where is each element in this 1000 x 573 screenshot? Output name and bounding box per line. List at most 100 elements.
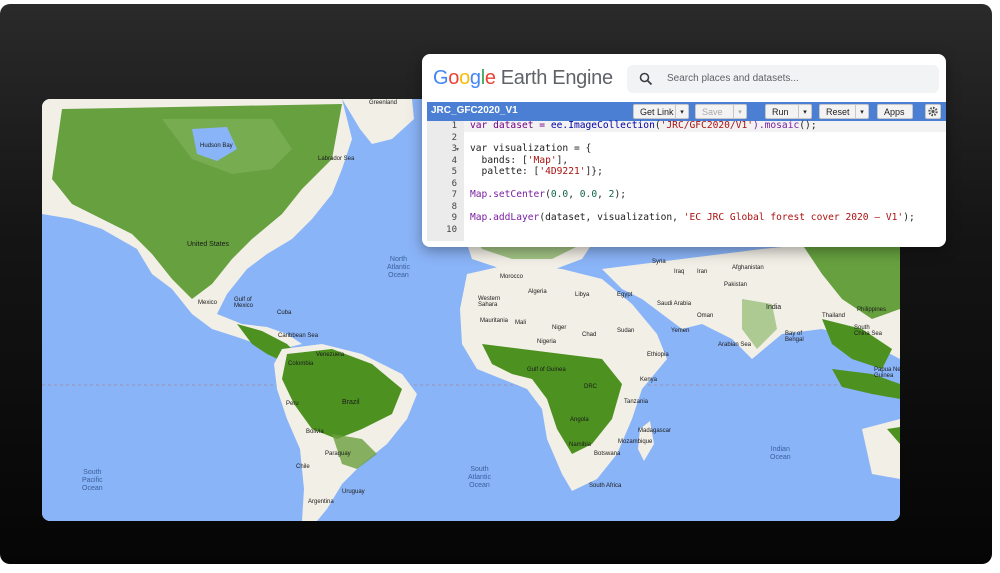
map-label-cuba: Cuba bbox=[277, 310, 292, 316]
code-line-3: var visualization = { bbox=[470, 143, 592, 154]
code-token: 'JRC/GFC2020/V1' bbox=[660, 120, 754, 131]
map-label-thailand: Thailand bbox=[822, 313, 846, 319]
run-button[interactable]: Run ▾ bbox=[765, 104, 812, 119]
logo-letter: G bbox=[433, 67, 449, 89]
code-line-9: Map.addLayer(dataset, visualization, 'EC… bbox=[470, 212, 915, 223]
map-label-south-china-sea: South China Sea bbox=[854, 325, 883, 337]
code-token: ); bbox=[614, 189, 626, 200]
code-line-7: Map.setCenter(0.0, 0.0, 2); bbox=[470, 189, 626, 200]
settings-button[interactable] bbox=[925, 104, 941, 119]
save-button[interactable]: Save ▾ bbox=[695, 104, 747, 119]
code-token: 0.0 bbox=[550, 189, 569, 200]
map-label-yemen: Yemen bbox=[671, 328, 690, 334]
map-label-botswana: Botswana bbox=[594, 451, 621, 457]
code-editor[interactable]: 1 2 3 4 5 6 7 8 9 10 ▾ var dataset = ee.… bbox=[427, 120, 946, 247]
code-token: '4D9221' bbox=[539, 166, 586, 177]
map-label-morocco: Morocco bbox=[500, 274, 524, 280]
map-label-papua-new-guinea: Papua New Guinea bbox=[874, 367, 900, 379]
map-label-chile: Chile bbox=[296, 464, 310, 470]
map-label-india: India bbox=[766, 304, 782, 311]
get-link-label: Get Link bbox=[640, 107, 674, 117]
map-label-saudi-arabia: Saudi Arabia bbox=[657, 301, 692, 307]
line-number: 8 bbox=[451, 201, 457, 212]
line-number: 4 bbox=[451, 155, 457, 166]
logo-letter: o bbox=[448, 67, 460, 89]
logo-letter: o bbox=[459, 67, 470, 89]
code-token: ); bbox=[903, 212, 915, 223]
run-label: Run bbox=[772, 107, 789, 117]
map-label-egypt: Egypt bbox=[617, 292, 633, 298]
code-line-5: palette: ['4D9221']}; bbox=[470, 166, 603, 177]
code-token: (); bbox=[799, 120, 817, 131]
code-token: bands: [ bbox=[470, 154, 528, 166]
fold-arrow-icon[interactable]: ▾ bbox=[456, 146, 459, 153]
map-label-nigeria: Nigeria bbox=[537, 339, 557, 345]
line-number: 6 bbox=[451, 178, 457, 189]
map-label-bolivia: Bolivia bbox=[306, 429, 324, 435]
map-label-argentina: Argentina bbox=[308, 499, 334, 505]
map-label-western-sahara: Western Sahara bbox=[478, 296, 501, 308]
map-label-uruguay: Uruguay bbox=[342, 489, 365, 495]
map-label-mali: Mali bbox=[515, 320, 527, 326]
gear-icon bbox=[928, 106, 938, 117]
code-token: 0.0 bbox=[579, 189, 598, 200]
logo-letter: e bbox=[484, 67, 496, 89]
line-number: 5 bbox=[451, 167, 457, 177]
map-label-kenya: Kenya bbox=[640, 377, 658, 383]
search-icon bbox=[639, 72, 653, 86]
map-label-tanzania: Tanzania bbox=[624, 399, 649, 405]
chevron-down-icon[interactable]: ▾ bbox=[675, 105, 688, 118]
ocean-label-south-atlantic: South Atlantic Ocean bbox=[468, 466, 491, 489]
map-label-drc: DRC bbox=[584, 384, 597, 390]
code-token: Map.addLayer bbox=[470, 212, 540, 223]
ocean-label-indian: Indian Ocean bbox=[770, 446, 791, 461]
ocean-label-north-atlantic: North Atlantic Ocean bbox=[387, 256, 410, 279]
script-title: JRC_GFC2020_V1 bbox=[431, 105, 518, 116]
map-label-paraguay: Paraguay bbox=[325, 451, 351, 457]
map-label-algeria: Algeria bbox=[528, 289, 547, 295]
search-bar[interactable]: Search places and datasets... bbox=[627, 65, 939, 93]
code-token: , bbox=[568, 189, 580, 200]
map-label-syria: Syria bbox=[652, 259, 666, 265]
map-label-united-states: United States bbox=[187, 241, 230, 248]
code-token: ).mosaic bbox=[753, 120, 800, 131]
map-label-mauritania: Mauritania bbox=[480, 318, 509, 324]
ocean-label-south-pacific: South Pacific Ocean bbox=[82, 469, 103, 492]
map-label-brazil: Brazil bbox=[342, 399, 360, 406]
script-toolbar: JRC_GFC2020_V1 Get Link ▾ Save ▾ Run ▾ R… bbox=[427, 102, 946, 121]
apps-button[interactable]: Apps bbox=[877, 104, 913, 119]
line-number: 7 bbox=[451, 190, 457, 200]
code-token: ], bbox=[556, 154, 569, 166]
chevron-down-icon[interactable]: ▾ bbox=[733, 105, 746, 118]
map-label-angola: Angola bbox=[570, 417, 589, 423]
map-label-madagascar: Madagascar bbox=[638, 428, 672, 434]
line-number: 2 bbox=[451, 132, 457, 143]
map-label-namibia: Namibia bbox=[569, 442, 592, 448]
map-label-iraq: Iraq bbox=[674, 269, 685, 275]
chevron-down-icon[interactable]: ▾ bbox=[855, 105, 868, 118]
get-link-button[interactable]: Get Link ▾ bbox=[633, 104, 689, 119]
chevron-down-icon[interactable]: ▾ bbox=[798, 105, 811, 118]
code-editor-panel: Google Earth Engine Search places and dat… bbox=[422, 54, 946, 247]
map-label-sudan: Sudan bbox=[617, 328, 635, 334]
map-label-philippines: Philippines bbox=[857, 307, 887, 313]
map-label-gulf-of-mexico: Gulf of Mexico bbox=[234, 297, 254, 309]
map-label-mexico: Mexico bbox=[198, 300, 218, 306]
map-label-pakistan: Pakistan bbox=[724, 282, 748, 288]
line-number: 9 bbox=[451, 213, 457, 223]
reset-button[interactable]: Reset ▾ bbox=[819, 104, 869, 119]
map-label-hudson-bay: Hudson Bay bbox=[200, 143, 233, 149]
map-label-bay-of-bengal: Bay of Bengal bbox=[785, 331, 804, 343]
code-token: Map.setCenter bbox=[470, 189, 546, 200]
save-label: Save bbox=[702, 107, 723, 117]
logo-suffix: Earth Engine bbox=[500, 67, 613, 89]
line-number: 1 bbox=[451, 121, 457, 131]
map-label-niger: Niger bbox=[552, 325, 567, 331]
map-label-mozambique: Mozambique bbox=[618, 439, 653, 445]
map-label-gulf-of-guinea: Gulf of Guinea bbox=[527, 367, 566, 373]
code-token: 'Map' bbox=[527, 154, 557, 166]
map-label-greenland: Greenland bbox=[369, 100, 398, 106]
map-label-oman: Oman bbox=[697, 313, 714, 319]
map-label-ethiopia: Ethiopia bbox=[647, 352, 669, 358]
apps-label: Apps bbox=[884, 107, 905, 117]
